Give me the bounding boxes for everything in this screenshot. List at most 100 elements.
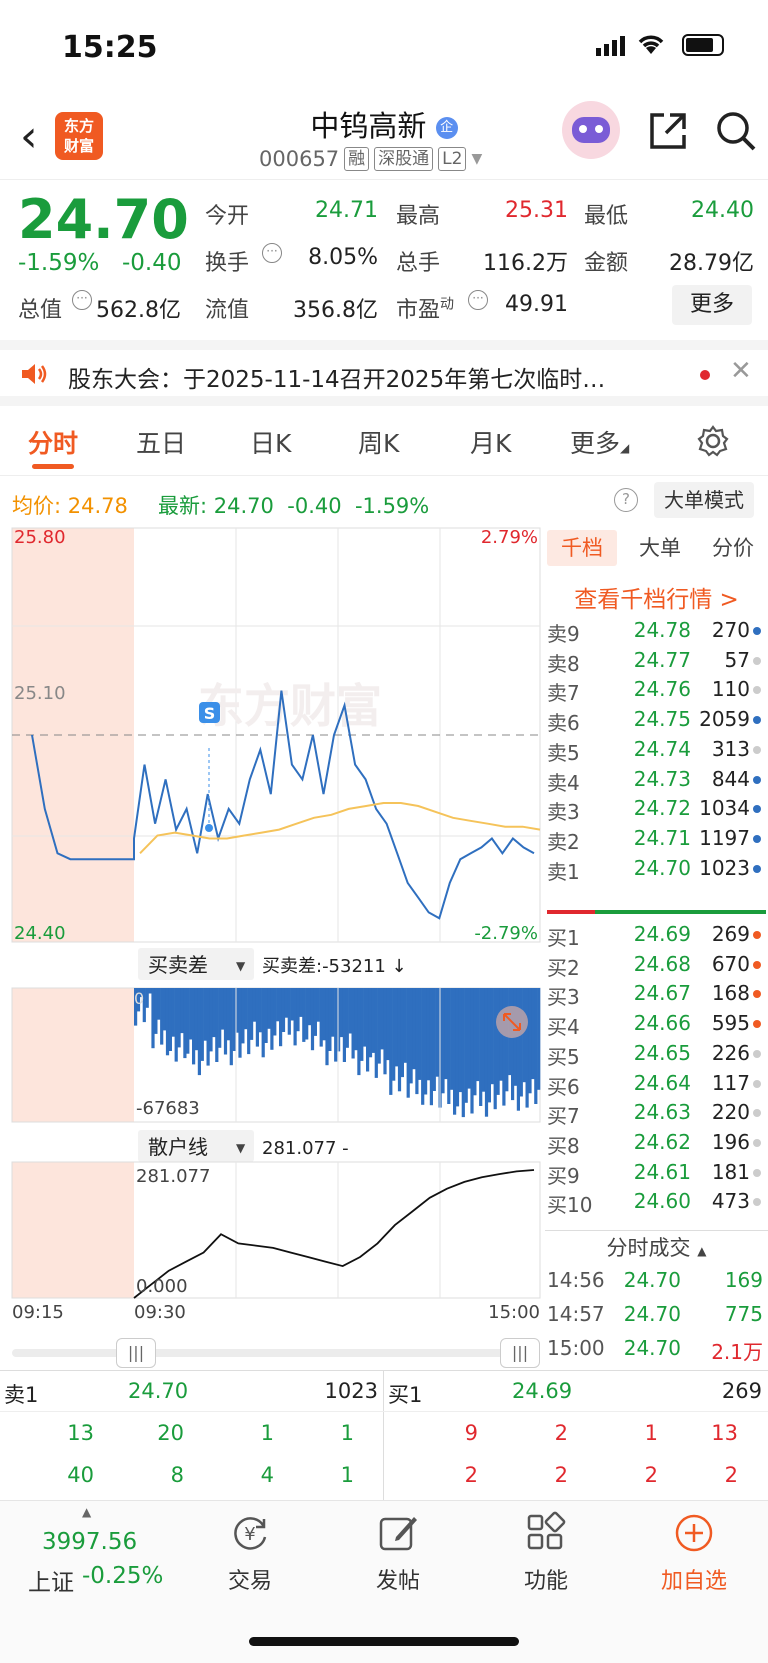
y-high-label: 25.80	[14, 527, 66, 548]
bid-row[interactable]: 买1 24.69 269	[545, 922, 768, 953]
trade-list: 14:56 24.70 169 14:57 24.70 775 15:00 24.70 2.1万	[545, 1268, 768, 1378]
tab-depth[interactable]: 千档	[547, 530, 617, 566]
sub1-bar	[525, 988, 529, 1108]
sub1-bar	[305, 988, 309, 1040]
range-handle-left[interactable]: |||	[116, 1338, 156, 1368]
sub1-bar	[197, 988, 201, 1076]
post-button[interactable]: 发帖	[338, 1511, 458, 1595]
sub1-bar	[458, 988, 462, 1093]
intraday-chart[interactable]: 东方财富S 25.80 25.10 24.40 2.79% -2.79% 买卖差 ▼ 买卖差:-…	[0, 522, 545, 1322]
ask-row[interactable]: 卖3 24.72 1034	[545, 796, 768, 827]
big-order-mode-button[interactable]: 大单模式	[654, 482, 754, 518]
bid-level-label: 买3	[547, 985, 580, 1010]
sub1-bar	[302, 988, 306, 1042]
queue-sell-price: 24.70	[128, 1379, 189, 1403]
tab-more[interactable]: 更多◢	[570, 424, 629, 460]
features-button[interactable]: 功能	[486, 1511, 606, 1595]
bid-dot	[753, 1079, 761, 1088]
tab-big-orders[interactable]: 大单	[630, 530, 690, 566]
sub1-bar	[247, 988, 251, 1055]
sub1-bar	[360, 988, 364, 1061]
bid-price: 24.61	[633, 1159, 691, 1184]
info-circle-icon[interactable]: ···	[72, 290, 92, 310]
ask-row[interactable]: 卖5 24.74 313	[545, 737, 768, 768]
trade-button[interactable]: ¥ 交易	[190, 1511, 310, 1595]
sub1-premarket-shade	[12, 988, 134, 1122]
bid-dot	[753, 960, 761, 969]
range-slider[interactable]: ||| |||	[12, 1338, 540, 1368]
index-widget[interactable]: ▲ 3997.56 上证 -0.25%	[10, 1501, 170, 1611]
bid-level-label: 买9	[547, 1163, 580, 1188]
sub1-bar	[281, 988, 286, 1032]
sub1-bar	[342, 988, 346, 1062]
tab-weekly-k[interactable]: 周K	[358, 424, 399, 460]
bid-row[interactable]: 买6 24.64 117	[545, 1071, 768, 1102]
yen-exchange-icon: ¥	[234, 1517, 267, 1550]
sub1-bar	[165, 988, 170, 1056]
depth-quote-link[interactable]: 查看千档行情 >	[545, 580, 768, 614]
ask-level-label: 卖5	[547, 740, 580, 765]
pe-value: 49.91	[505, 292, 568, 317]
add-watchlist-button[interactable]: 加自选	[634, 1511, 754, 1595]
order-book-panel: 千档 大单 分价 查看千档行情 > 卖9 24.78 270 卖8 24.77 57 卖7 2…	[545, 530, 768, 1370]
gear-icon[interactable]	[696, 424, 730, 462]
ask-row[interactable]: 卖7 24.76 110	[545, 677, 768, 708]
ask-row[interactable]: 卖1 24.70 1023	[545, 856, 768, 887]
range-handle-right[interactable]: |||	[500, 1338, 540, 1368]
info-circle-icon[interactable]: ···	[468, 290, 488, 310]
index-change: -0.25%	[82, 1563, 164, 1589]
bid-volume: 168	[711, 981, 750, 1006]
change-pct: -1.59%	[18, 250, 100, 276]
ask-volume: 1197	[699, 825, 750, 850]
bid-row[interactable]: 买7 24.63 220	[545, 1100, 768, 1131]
share-icon[interactable]	[646, 109, 690, 157]
bid-row[interactable]: 买9 24.61 181	[545, 1160, 768, 1191]
ask-dot	[753, 834, 761, 843]
bid-level-label: 买4	[547, 1015, 580, 1040]
sub1-bar	[310, 988, 315, 1051]
sub1-bar	[223, 988, 228, 1055]
queue-header-divider	[0, 1411, 768, 1412]
close-icon[interactable]: ✕	[730, 356, 752, 386]
stock-code-row[interactable]: 000657 融 深股通 L2 ▼	[259, 147, 482, 171]
orderbook-tabs: 千档 大单 分价	[545, 530, 768, 568]
sub1-bar	[276, 988, 280, 1022]
ask-row[interactable]: 卖4 24.73 844	[545, 767, 768, 798]
bid-row[interactable]: 买10 24.60 473	[545, 1189, 768, 1220]
trade-row: 14:57 24.70 775	[545, 1302, 768, 1333]
ask-volume: 313	[711, 736, 750, 761]
bid-row[interactable]: 买3 24.67 168	[545, 981, 768, 1012]
bid-row[interactable]: 买5 24.65 226	[545, 1041, 768, 1072]
sub1-bar	[493, 988, 497, 1110]
tab-price-split[interactable]: 分价	[700, 530, 766, 566]
help-icon[interactable]: ?	[614, 488, 638, 512]
tab-intraday[interactable]: 分时	[28, 424, 78, 460]
bid-volume: 181	[711, 1159, 750, 1184]
sub1-value-label: 买卖差:-53211 ↓	[262, 956, 407, 977]
info-circle-icon[interactable]: ···	[262, 243, 282, 263]
bid-row[interactable]: 买8 24.62 196	[545, 1130, 768, 1161]
ask-level-label: 卖7	[547, 681, 580, 706]
tab-5day[interactable]: 五日	[136, 424, 186, 460]
x-label-open: 09:30	[134, 1302, 186, 1322]
queue-sell-cell: 1	[340, 1421, 354, 1445]
trades-header[interactable]: 分时成交 ▲	[545, 1230, 768, 1264]
queue-buy-cell: 2	[724, 1463, 738, 1487]
search-icon[interactable]	[714, 109, 758, 157]
bid-price: 24.65	[633, 1040, 691, 1065]
notice-bar[interactable]: 股东大会：于2025-11-14召开2025年第七次临时… ✕	[0, 340, 768, 406]
robot-avatar[interactable]	[562, 101, 620, 159]
more-button[interactable]: 更多	[672, 285, 752, 325]
ask-level-label: 卖1	[547, 859, 580, 884]
bid-row[interactable]: 买2 24.68 670	[545, 952, 768, 983]
ask-price: 24.77	[633, 647, 691, 672]
ask-row[interactable]: 卖6 24.75 2059	[545, 707, 768, 738]
bid-row[interactable]: 买4 24.66 595	[545, 1011, 768, 1042]
ask-row[interactable]: 卖9 24.78 270	[545, 618, 768, 649]
queue-buy-cell: 9	[464, 1421, 478, 1445]
ask-row[interactable]: 卖2 24.71 1197	[545, 826, 768, 857]
tab-daily-k[interactable]: 日K	[250, 424, 291, 460]
ask-row[interactable]: 卖8 24.77 57	[545, 648, 768, 679]
tab-monthly-k[interactable]: 月K	[470, 424, 511, 460]
sub1-bar	[348, 988, 352, 1034]
